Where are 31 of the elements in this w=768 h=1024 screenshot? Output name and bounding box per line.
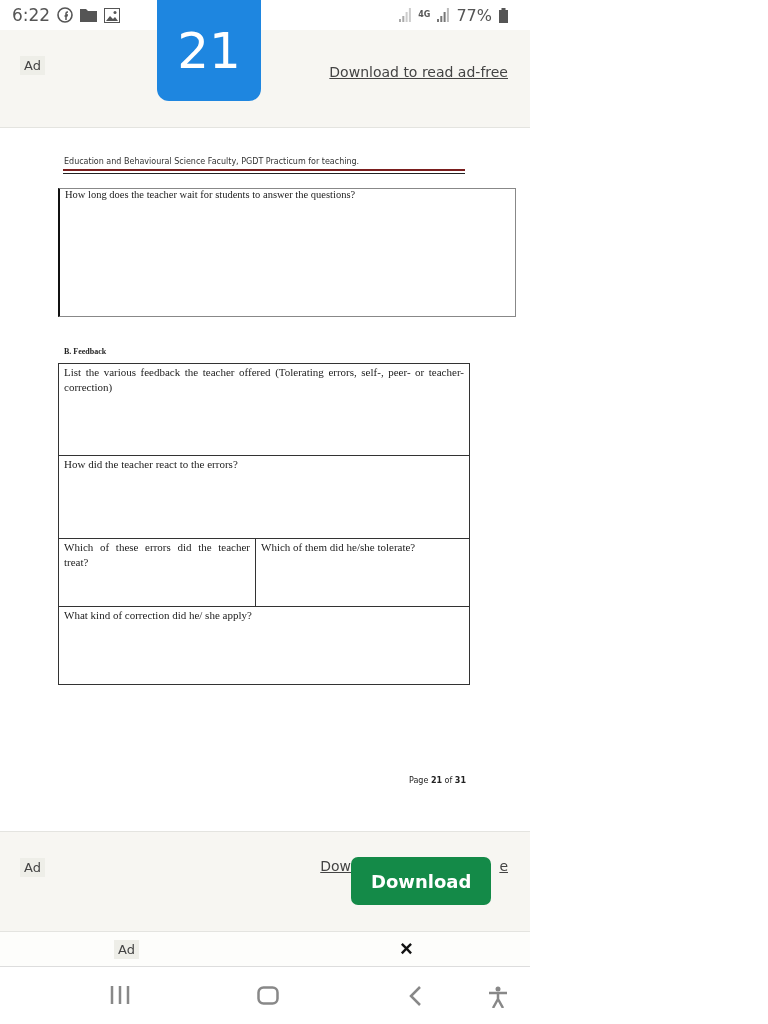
table-cell: How did the teacher react to the errors?: [58, 455, 470, 539]
download-button[interactable]: Download: [351, 857, 492, 905]
battery-icon: [499, 7, 508, 23]
clock-time: 6:22: [12, 5, 51, 25]
recent-apps-icon[interactable]: [110, 986, 130, 1004]
page-header: Education and Behavioural Science Faculty, PGDT Practicum for teaching.: [64, 157, 361, 166]
network-type: 4G: [418, 11, 431, 19]
folder-icon: [80, 8, 98, 22]
ad-label: Ad: [20, 858, 45, 877]
ad-free-link[interactable]: Download to read ad-free: [329, 64, 508, 80]
table-cell: Which of them did he/she tolerate?: [255, 538, 470, 607]
page-number: Page 21 of 31: [409, 776, 467, 785]
page-number-badge: 21: [157, 0, 261, 101]
ad-label: Ad: [20, 56, 45, 75]
ad-free-link[interactable]: Dow: [320, 858, 352, 874]
table-cell: Which of these errors did the teacher treat?: [58, 538, 256, 607]
answer-box: How long does the teacher wait for students to answer the questions?: [58, 188, 516, 317]
accessibility-icon[interactable]: [487, 986, 509, 1008]
ad-free-link[interactable]: e: [499, 858, 508, 874]
table-cell: What kind of correction did he/ she apply?: [58, 606, 470, 685]
home-icon[interactable]: [257, 986, 279, 1005]
back-icon[interactable]: [409, 986, 422, 1006]
table-cell: List the various feedback the teacher offered (Tolerating errors, self-, peer- or teacher-correction): [58, 363, 470, 456]
signal-icon: [399, 8, 412, 22]
section-heading: B. Feedback: [64, 347, 108, 356]
battery-level: 77%: [456, 5, 492, 25]
image-icon: [104, 7, 121, 23]
close-button[interactable]: ×: [399, 936, 413, 962]
facebook-icon: [57, 7, 74, 23]
ad-label: Ad: [114, 939, 139, 959]
signal-icon: [437, 8, 450, 22]
